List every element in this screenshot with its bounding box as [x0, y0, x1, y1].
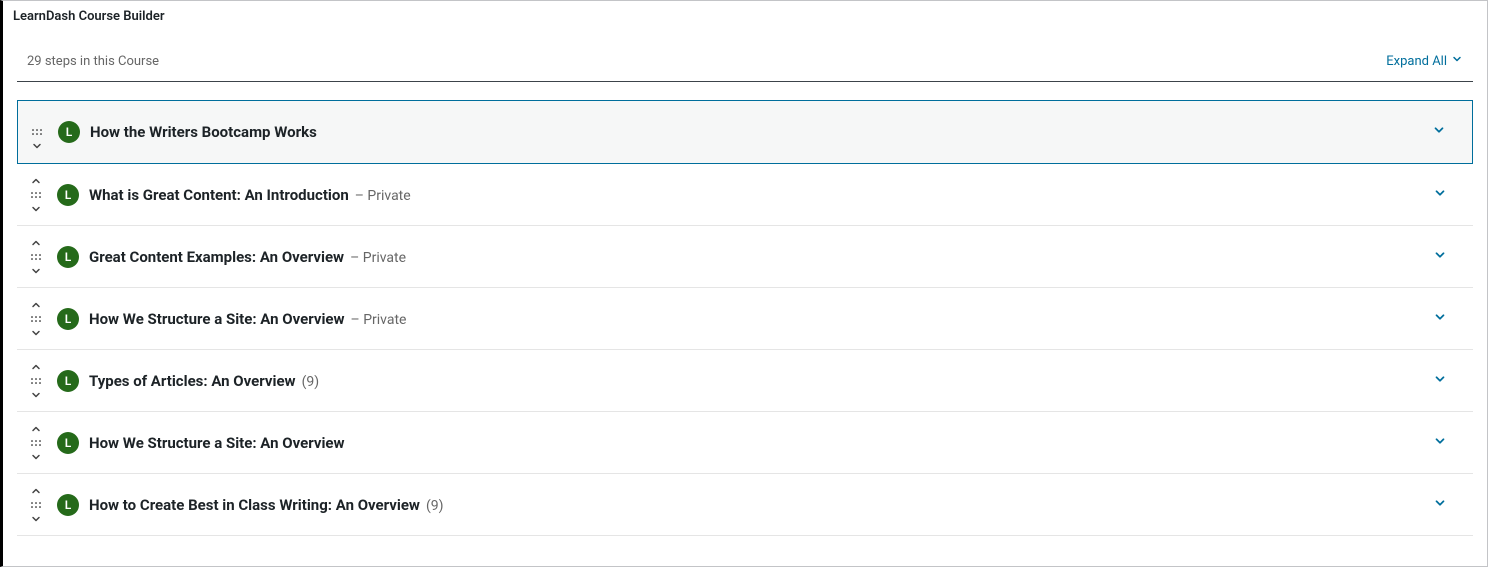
- expand-lesson-button[interactable]: [1425, 240, 1455, 274]
- reorder-controls: [25, 485, 47, 525]
- move-down-button[interactable]: [30, 203, 42, 215]
- move-down-button[interactable]: [30, 265, 42, 277]
- lesson-title: Great Content Examples: An Overview: [89, 248, 344, 266]
- drag-handle-icon[interactable]: [29, 313, 43, 325]
- expand-lesson-button[interactable]: [1425, 364, 1455, 398]
- lesson-type-badge: L: [57, 246, 79, 268]
- reorder-controls: [25, 299, 47, 339]
- drag-handle-icon[interactable]: [30, 126, 44, 138]
- drag-handle-icon[interactable]: [29, 499, 43, 511]
- lesson-title: How the Writers Bootcamp Works: [90, 123, 317, 141]
- lesson-title-wrap[interactable]: Great Content Examples: An Overview – Pri…: [89, 248, 1425, 266]
- lesson-title-wrap[interactable]: What is Great Content: An Introduction – …: [89, 186, 1425, 204]
- lesson-list: L How the Writers Bootcamp Works L What is …: [17, 100, 1473, 536]
- chevron-down-icon: [1433, 375, 1447, 390]
- lesson-title-wrap[interactable]: How We Structure a Site: An Overview: [89, 434, 1425, 452]
- lesson-type-badge: L: [58, 121, 80, 143]
- lesson-row[interactable]: L How We Structure a Site: An Overview – P…: [17, 288, 1473, 350]
- expand-all-label: Expand All: [1386, 54, 1447, 69]
- lesson-row[interactable]: L Types of Articles: An Overview (9): [17, 350, 1473, 412]
- lesson-type-badge: L: [57, 432, 79, 454]
- lesson-row[interactable]: L What is Great Content: An Introduction–…: [17, 164, 1473, 226]
- drag-handle-icon[interactable]: [29, 375, 43, 387]
- expand-lesson-button[interactable]: [1425, 488, 1455, 522]
- lesson-title-wrap[interactable]: How to Create Best in Class Writing: An …: [89, 496, 1425, 514]
- panel-title: LearnDash Course Builder: [3, 1, 1487, 29]
- reorder-controls: [26, 112, 48, 152]
- lesson-title-wrap[interactable]: How the Writers Bootcamp Works: [90, 123, 1424, 141]
- move-up-button[interactable]: [30, 299, 42, 311]
- lesson-row[interactable]: L How We Structure a Site: An Overview: [17, 412, 1473, 474]
- move-down-button[interactable]: [30, 389, 42, 401]
- scroll-area[interactable]: LearnDash Course Builder 29 steps in thi…: [3, 1, 1487, 566]
- lesson-child-count: (9): [426, 498, 444, 514]
- move-up-button[interactable]: [30, 175, 42, 187]
- lesson-title: How to Create Best in Class Writing: An …: [89, 496, 420, 514]
- chevron-down-icon: [1451, 53, 1463, 69]
- meta-row: 29 steps in this Course Expand All: [17, 29, 1473, 82]
- lesson-title-wrap[interactable]: Types of Articles: An Overview (9): [89, 372, 1425, 390]
- lesson-visibility-label: – Private: [351, 312, 407, 328]
- lesson-title: Types of Articles: An Overview: [89, 372, 296, 390]
- lesson-title-wrap[interactable]: How We Structure a Site: An Overview – Pr…: [89, 310, 1425, 328]
- expand-lesson-button[interactable]: [1425, 426, 1455, 460]
- chevron-down-icon: [1432, 126, 1446, 141]
- lesson-type-badge: L: [57, 184, 79, 206]
- lesson-row[interactable]: L Great Content Examples: An Overview – Pr…: [17, 226, 1473, 288]
- move-up-button[interactable]: [30, 485, 42, 497]
- lesson-type-badge: L: [57, 494, 79, 516]
- chevron-down-icon: [1433, 189, 1447, 204]
- chevron-down-icon: [1433, 313, 1447, 328]
- reorder-controls: [25, 361, 47, 401]
- steps-count-label: 29 steps in this Course: [27, 54, 159, 69]
- move-down-button[interactable]: [30, 513, 42, 525]
- move-down-button[interactable]: [30, 451, 42, 463]
- move-down-button[interactable]: [31, 140, 43, 152]
- lesson-visibility-label: – Private: [355, 188, 411, 204]
- reorder-controls: [25, 237, 47, 277]
- chevron-down-icon: [1433, 251, 1447, 266]
- chevron-down-icon: [1433, 437, 1447, 452]
- lesson-title: How We Structure a Site: An Overview: [89, 434, 345, 452]
- drag-handle-icon[interactable]: [29, 189, 43, 201]
- expand-lesson-button[interactable]: [1425, 302, 1455, 336]
- move-up-button[interactable]: [30, 423, 42, 435]
- reorder-controls: [25, 423, 47, 463]
- lesson-row[interactable]: L How the Writers Bootcamp Works: [17, 100, 1473, 164]
- lesson-title: What is Great Content: An Introduction: [89, 186, 349, 204]
- course-builder-panel: LearnDash Course Builder 29 steps in thi…: [0, 0, 1488, 567]
- move-down-button[interactable]: [30, 327, 42, 339]
- expand-lesson-button[interactable]: [1424, 115, 1454, 149]
- lesson-type-badge: L: [57, 370, 79, 392]
- lesson-visibility-label: – Private: [350, 250, 406, 266]
- expand-lesson-button[interactable]: [1425, 178, 1455, 212]
- reorder-controls: [25, 175, 47, 215]
- move-up-button[interactable]: [30, 237, 42, 249]
- drag-handle-icon[interactable]: [29, 251, 43, 263]
- chevron-down-icon: [1433, 499, 1447, 514]
- expand-all-button[interactable]: Expand All: [1386, 53, 1463, 69]
- lesson-child-count: (9): [302, 374, 320, 390]
- lesson-type-badge: L: [57, 308, 79, 330]
- move-up-button[interactable]: [30, 361, 42, 373]
- lesson-row[interactable]: L How to Create Best in Class Writing: An…: [17, 474, 1473, 536]
- drag-handle-icon[interactable]: [29, 437, 43, 449]
- lesson-title: How We Structure a Site: An Overview: [89, 310, 345, 328]
